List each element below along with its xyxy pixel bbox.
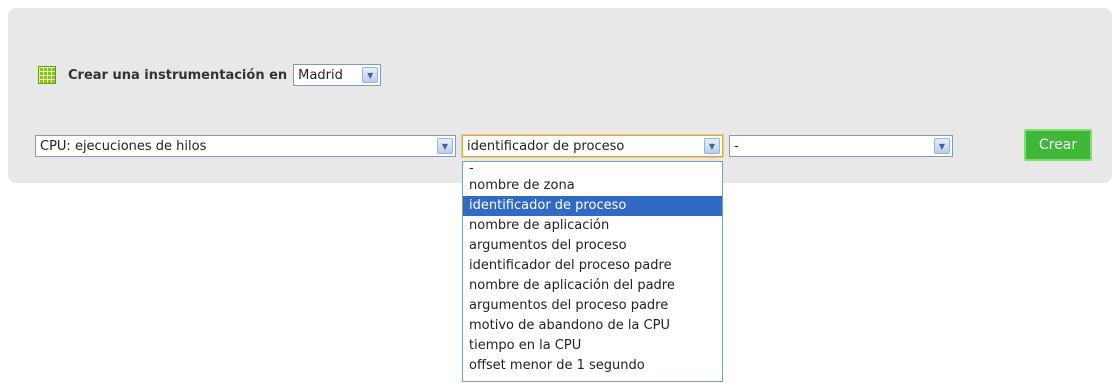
grid-icon <box>38 66 56 84</box>
aggregation-dropdown-list: - nombre de zona identificador de proces… <box>462 161 723 382</box>
dropdown-option[interactable]: nombre de aplicación del padre <box>463 276 722 296</box>
create-button[interactable]: Crear <box>1024 129 1092 161</box>
dropdown-option[interactable]: argumentos del proceso <box>463 236 722 256</box>
metric-select[interactable]: CPU: ejecuciones de hilos ▼ <box>35 135 456 157</box>
third-select-value: - <box>734 138 739 154</box>
metric-select-value: CPU: ejecuciones de hilos <box>40 138 207 154</box>
city-select[interactable]: Madrid ▼ <box>293 64 382 86</box>
page-title: Crear una instrumentación en <box>68 67 288 83</box>
header-row: Crear una instrumentación en Madrid ▼ <box>38 63 382 87</box>
aggregation-select[interactable]: identificador de proceso ▼ <box>462 135 723 157</box>
aggregation-select-value: identificador de proceso <box>467 138 625 154</box>
chevron-down-icon[interactable]: ▼ <box>437 138 453 154</box>
chevron-down-icon[interactable]: ▼ <box>934 138 950 154</box>
city-select-value: Madrid <box>298 67 343 83</box>
dropdown-option[interactable]: offset menor de 1 segundo <box>463 356 722 376</box>
dropdown-option[interactable]: nombre de zona <box>463 176 722 196</box>
dropdown-option[interactable]: argumentos del proceso padre <box>463 296 722 316</box>
chevron-down-icon[interactable]: ▼ <box>704 138 720 154</box>
dropdown-option[interactable]: - <box>463 162 722 176</box>
dropdown-option[interactable]: nombre de aplicación <box>463 216 722 236</box>
dropdown-option-selected[interactable]: identificador de proceso <box>463 196 722 216</box>
chevron-down-icon[interactable]: ▼ <box>362 67 379 83</box>
dropdown-option[interactable]: identificador del proceso padre <box>463 256 722 276</box>
dropdown-option[interactable]: motivo de abandono de la CPU <box>463 316 722 336</box>
third-select[interactable]: - ▼ <box>729 135 953 157</box>
dropdown-option[interactable]: tiempo en la CPU <box>463 336 722 356</box>
